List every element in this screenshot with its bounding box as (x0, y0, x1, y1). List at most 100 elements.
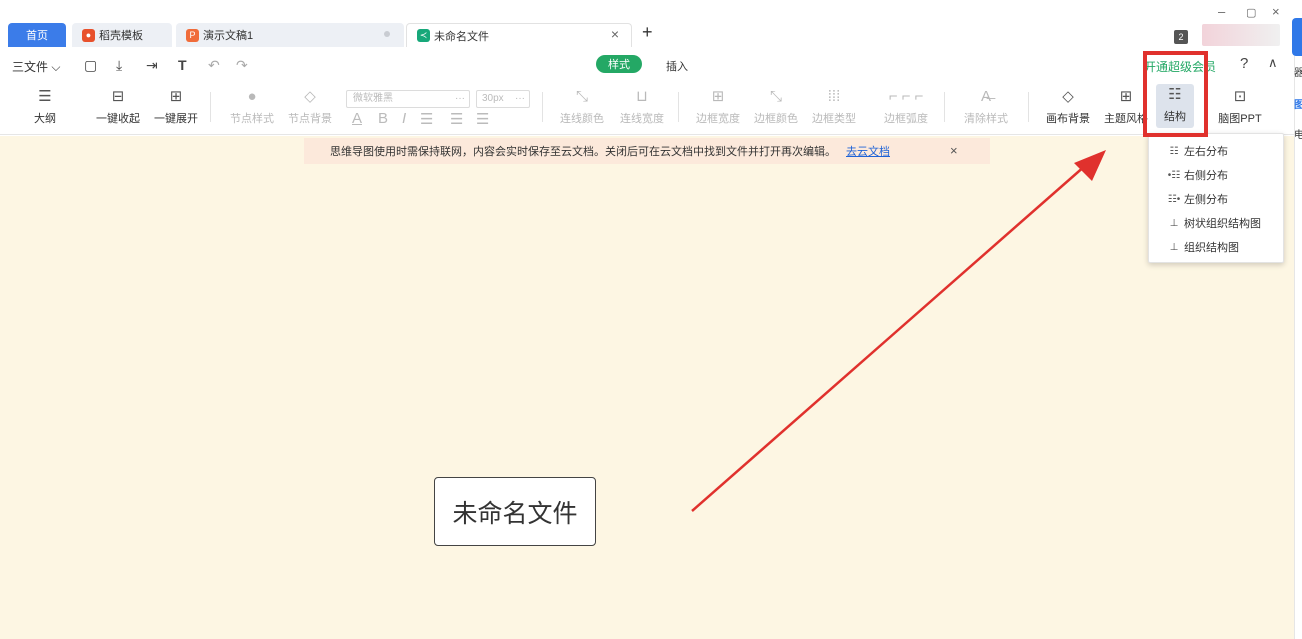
structure-option-org[interactable]: ⊥ 组织结构图 (1149, 235, 1283, 259)
mindmap-file-icon: ≺ (417, 29, 430, 42)
border-radius-icon: ⌐ ⌐ ⌐ (888, 88, 924, 105)
outline-label: 大纲 (34, 113, 56, 125)
edge-text: 图 (1294, 100, 1302, 111)
align-center-icon[interactable]: ☰ (450, 110, 463, 128)
structure-option-tree-org[interactable]: ⊥ 树状组织结构图 (1149, 211, 1283, 235)
line-color-button[interactable]: ⤡ 连线颜色 (554, 86, 610, 126)
side-panel-edge (1294, 56, 1302, 639)
border-type-label: 边框类型 (812, 113, 856, 125)
node-bg-label: 节点背景 (288, 113, 332, 125)
tab-daoke-templates[interactable]: ● 稻壳模板 (72, 23, 172, 47)
daoke-logo-icon: ● (82, 28, 95, 42)
export-icon[interactable]: ⇥ (146, 57, 158, 74)
border-color-button[interactable]: ⤡ 边框颜色 (748, 86, 804, 126)
tab-close-icon[interactable]: × (611, 26, 619, 42)
layout-both-icon: ☷ (1169, 145, 1179, 157)
tab-mindmap-label: 未命名文件 (434, 30, 489, 43)
structure-option-left-right[interactable]: ☷ 左右分布 (1149, 139, 1283, 163)
layout-left-icon: ☷• (1167, 193, 1181, 205)
redo-icon[interactable]: ↷ (236, 57, 248, 74)
border-color-label: 边框颜色 (754, 113, 798, 125)
toolbar-divider (678, 92, 679, 122)
format-painter-icon[interactable]: T (178, 57, 187, 73)
avatar[interactable] (1202, 24, 1280, 46)
help-icon[interactable]: ? (1240, 55, 1248, 72)
border-type-button[interactable]: ⁞⁞⁞ 边框类型 (806, 86, 862, 126)
line-color-icon: ⤡ (575, 88, 588, 105)
edge-text: 电 (1294, 130, 1302, 141)
italic-icon[interactable]: I (402, 110, 406, 127)
border-width-button[interactable]: ⊞ 边框宽度 (690, 86, 746, 126)
node-bg-button[interactable]: ◇ 节点背景 (282, 86, 338, 126)
structure-option-left[interactable]: ☷• 左侧分布 (1149, 187, 1283, 211)
structure-option-right[interactable]: •☷ 右侧分布 (1149, 163, 1283, 187)
org-chart-icon: ⊥ (1169, 217, 1179, 229)
ribbon-tab-style[interactable]: 样式 (596, 55, 642, 73)
bold-icon[interactable]: B (378, 110, 388, 127)
outline-button[interactable]: ☰ 大纲 (17, 86, 73, 126)
mindmap-canvas[interactable]: 思维导图使用时需保持联网，内容会实时保存至云文档。关闭后可在云文档中找到文件并打… (0, 136, 1294, 639)
font-size-select[interactable]: 30px ··· (476, 90, 530, 108)
undo-icon[interactable]: ↶ (208, 57, 220, 74)
border-width-icon: ⊞ (711, 88, 725, 105)
presentation-icon: ⊡ (1233, 88, 1247, 105)
brain-ppt-button[interactable]: ⊡ 脑图PPT (1212, 86, 1268, 126)
ribbon-tab-insert[interactable]: 插入 (666, 58, 688, 74)
outline-icon: ☰ (38, 88, 52, 105)
more-icon: ··· (515, 93, 525, 104)
tab-daoke-label: 稻壳模板 (99, 30, 143, 42)
structure-option-label: 组织结构图 (1184, 242, 1239, 254)
structure-dropdown: ☷ 左右分布 •☷ 右侧分布 ☷• 左侧分布 ⊥ 树状组织结构图 ⊥ 组织结构图 (1148, 133, 1284, 263)
banner-close-icon[interactable]: × (950, 143, 958, 158)
paint-bucket-icon: ◇ (1062, 88, 1074, 105)
banner-message: 思维导图使用时需保持联网，内容会实时保存至云文档。关闭后可在云文档中找到文件并打… (330, 146, 836, 158)
org-chart-icon: ⊥ (1169, 241, 1179, 253)
line-width-label: 连线宽度 (620, 113, 664, 125)
tab-home-label: 首页 (26, 30, 48, 42)
collapse-ribbon-icon[interactable]: ∧ (1268, 55, 1278, 71)
canvas-bg-label: 画布背景 (1046, 113, 1090, 125)
cloud-docs-link[interactable]: 去云文档 (846, 143, 890, 159)
maximize-icon[interactable]: ▢ (1246, 6, 1256, 19)
edge-text: 器 (1294, 68, 1302, 79)
download-icon[interactable]: ⤓ (116, 57, 122, 74)
highlight-box (1143, 51, 1208, 137)
clear-style-button[interactable]: A̶ 清除样式 (958, 86, 1014, 126)
expand-all-button[interactable]: ⊞ 一键展开 (148, 86, 204, 126)
cloud-notice-banner: 思维导图使用时需保持联网，内容会实时保存至云文档。关闭后可在云文档中找到文件并打… (304, 138, 990, 164)
align-right-icon[interactable]: ☰ (476, 110, 489, 128)
root-node-text: 未命名文件 (452, 499, 578, 528)
more-icon: ··· (455, 93, 465, 104)
toolbar-divider (542, 92, 543, 122)
tab-mindmap[interactable]: ≺ 未命名文件 × (406, 23, 632, 47)
line-width-button[interactable]: ⊔ 连线宽度 (614, 86, 670, 126)
node-style-button[interactable]: ● 节点样式 (224, 86, 280, 126)
line-width-icon: ⊔ (636, 88, 648, 105)
tab-presentation-label: 演示文稿1 (203, 30, 254, 42)
font-family-select[interactable]: 微软雅黑 ··· (346, 90, 470, 108)
tab-home[interactable]: 首页 (8, 23, 66, 47)
line-color-label: 连线颜色 (560, 113, 604, 125)
clear-format-icon: A̶ (980, 88, 991, 105)
tab-presentation[interactable]: P 演示文稿1 (176, 23, 404, 47)
expand-all-icon: ⊞ (169, 88, 183, 105)
canvas-bg-button[interactable]: ◇ 画布背景 (1040, 86, 1096, 126)
clear-style-label: 清除样式 (964, 113, 1008, 125)
tab-bar: 首页 ● 稻壳模板 P 演示文稿1 ≺ 未命名文件 × + 2 – ▢ × (0, 0, 1302, 56)
save-icon[interactable]: ▢ (84, 57, 97, 74)
node-style-label: 节点样式 (230, 113, 274, 125)
file-menu[interactable]: 三文件 ⌵ (12, 58, 60, 75)
root-node[interactable]: 未命名文件 (434, 477, 596, 546)
align-left-icon[interactable]: ☰ (420, 110, 433, 128)
window-count-badge[interactable]: 2 (1174, 30, 1188, 44)
border-radius-button[interactable]: ⌐ ⌐ ⌐ 边框弧度 (878, 86, 934, 126)
minimize-icon[interactable]: – (1218, 4, 1225, 19)
font-color-icon[interactable]: A (352, 110, 362, 127)
close-window-icon[interactable]: × (1272, 4, 1280, 19)
border-radius-label: 边框弧度 (884, 113, 928, 125)
collapse-all-button[interactable]: ⊟ 一键收起 (90, 86, 146, 126)
paint-bucket-icon: ◇ (304, 88, 316, 105)
border-type-icon: ⁞⁞⁞ (827, 88, 841, 105)
new-tab-icon[interactable]: + (642, 22, 653, 43)
toolbar-divider (1028, 92, 1029, 122)
